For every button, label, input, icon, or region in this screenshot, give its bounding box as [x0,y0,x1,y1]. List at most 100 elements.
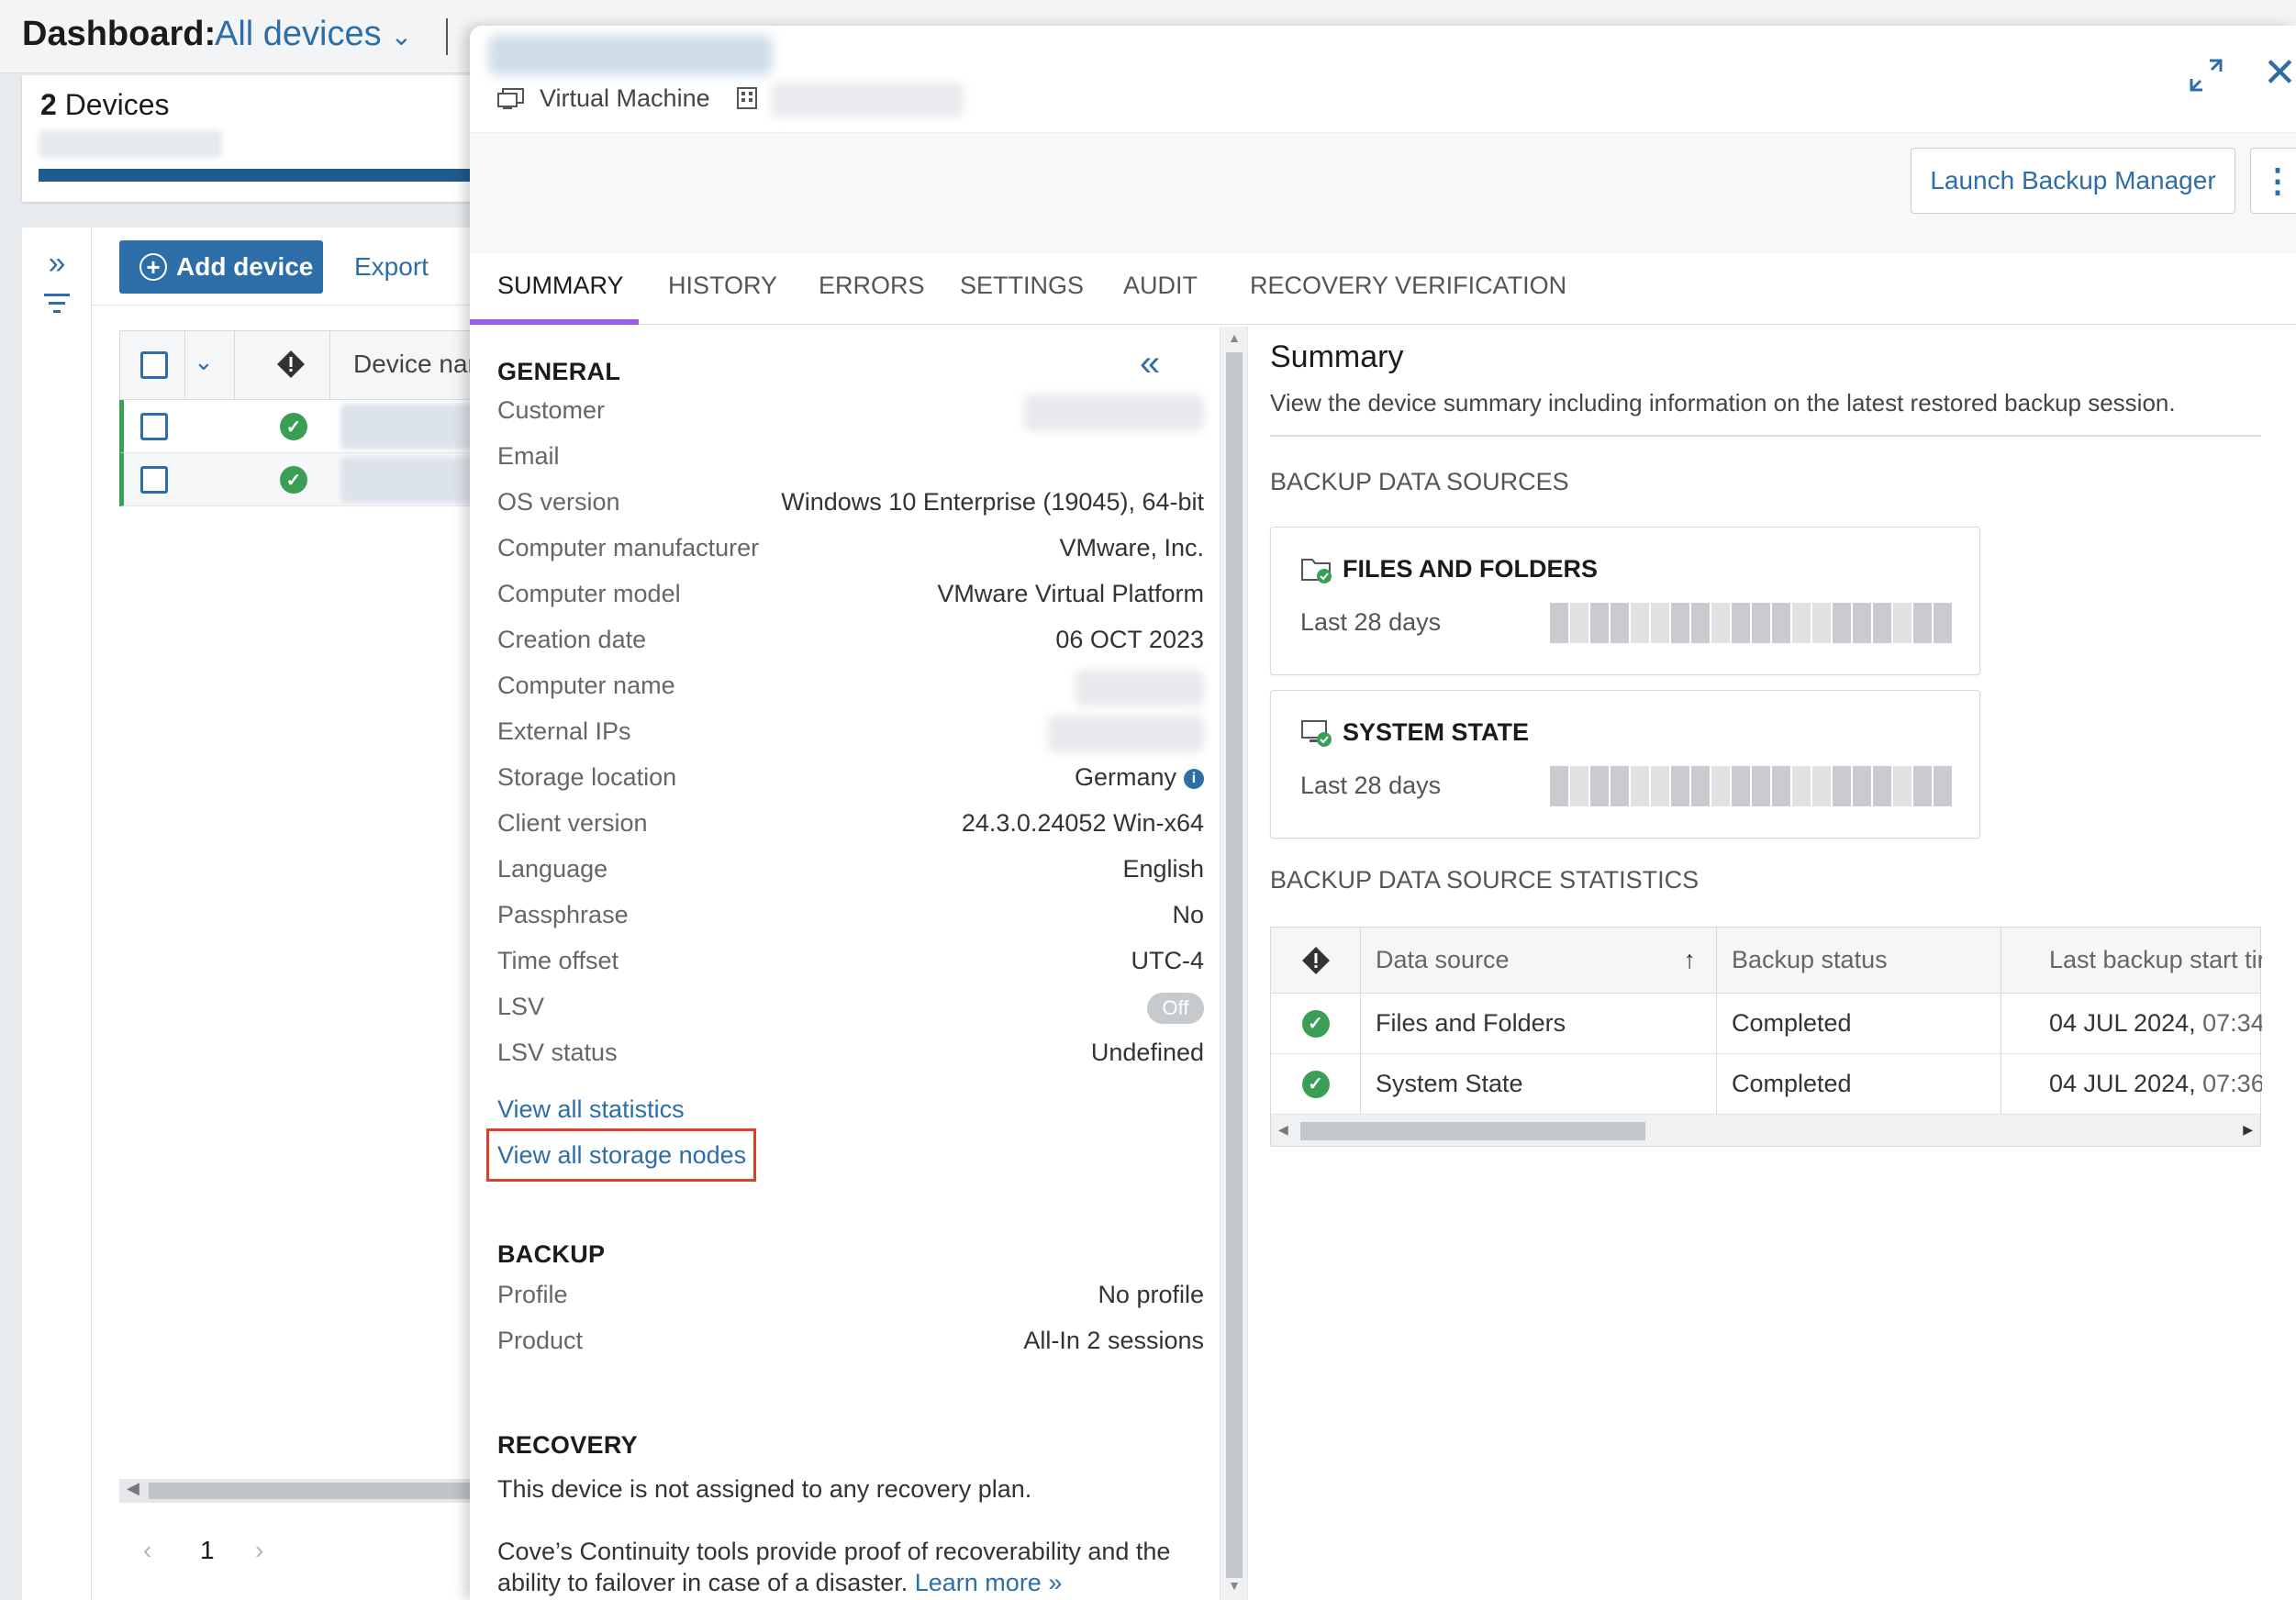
collapse-panel-icon[interactable]: « [1140,345,1160,382]
expand-icon[interactable] [2188,57,2224,94]
filter-icon[interactable] [22,288,92,328]
detail-value: VMware Virtual Platform [937,580,1204,607]
view-all-storage-nodes-link[interactable]: View all storage nodes [497,1141,746,1170]
view-all-statistics-link[interactable]: View all statistics [497,1095,685,1124]
device-filter-dropdown[interactable]: All devices ⌄ [215,15,412,54]
add-device-button[interactable]: + Add device [119,240,323,294]
selection-chevron-down-icon[interactable]: ⌄ [194,348,214,376]
status-column-header[interactable] [1271,928,1361,993]
devices-progress-bar [39,169,497,182]
statistics-table: Data source ↑ Backup status Last backup s… [1270,927,2262,1147]
tab-summary[interactable]: SUMMARY [497,272,624,300]
success-check-icon: ✓ [1301,1009,1330,1038]
launch-backup-manager-button[interactable]: Launch Backup Manager [1911,148,2235,214]
detail-label: External IPs [497,717,631,745]
section-title-backup: BACKUP [497,1240,606,1268]
scrollbar-thumb[interactable] [149,1483,477,1499]
tab-recovery-verification[interactable]: RECOVERY VERIFICATION [1250,272,1566,300]
summary-description: View the device summary including inform… [1270,389,2176,417]
detail-value: Germany i [1075,763,1204,792]
detail-row-creation-date: Creation date 06 OCT 2023 [497,620,1204,661]
detail-value: No [1172,901,1204,928]
export-link[interactable]: Export [354,252,429,282]
section-title-recovery: RECOVERY [497,1431,638,1459]
detail-value: All-In 2 sessions [1023,1327,1204,1354]
virtual-machine-icon [497,87,524,109]
sort-ascending-icon: ↑ [1683,946,1697,973]
scroll-right-icon[interactable]: ▶ [2243,1122,2253,1138]
monitor-check-icon [1301,720,1332,747]
success-check-icon: ✓ [280,413,307,440]
device-type: Virtual Machine [497,84,710,113]
detail-label: OS version [497,488,620,516]
row-checkbox[interactable] [140,466,168,494]
scrollbar-thumb[interactable] [1226,352,1243,1578]
table-row[interactable]: ✓ Files and Folders Completed 04 JUL 202… [1271,994,2262,1054]
detail-row-computer-name: Computer name [497,666,1204,706]
tab-errors[interactable]: ERRORS [819,272,925,300]
status-cell: ✓ [1271,1054,1361,1114]
row-checkbox[interactable] [140,413,168,440]
column-device-name[interactable]: Device nar [353,350,476,379]
info-icon[interactable]: i [1184,768,1204,789]
general-vertical-scrollbar[interactable]: ▲ ▼ [1220,327,1248,1600]
detail-value: VMware, Inc. [1059,534,1204,561]
chevron-down-icon: ⌄ [390,22,413,50]
detail-label: Computer manufacturer [497,534,760,561]
next-page-icon[interactable]: › [255,1536,263,1565]
detail-row-passphrase: Passphrase No [497,895,1204,936]
redacted-device-title [488,35,773,75]
detail-row-product: Product All-In 2 sessions [497,1321,1204,1361]
learn-more-link[interactable]: Learn more » [915,1569,1063,1596]
plus-circle-icon: + [139,253,167,281]
source-card-files-and-folders[interactable]: FILES AND FOLDERS Last 28 days [1270,527,1980,675]
folder-check-icon [1301,559,1332,583]
scroll-down-icon[interactable]: ▼ [1220,1578,1248,1593]
source-name: FILES AND FOLDERS [1343,555,1599,583]
close-icon[interactable]: ✕ [2263,53,2296,94]
header-divider [329,331,330,401]
dashboard-title: Dashboard: [22,15,217,53]
scroll-up-icon[interactable]: ▲ [1220,330,1248,345]
tab-history[interactable]: HISTORY [668,272,777,300]
add-device-label: Add device [176,252,314,281]
more-options-icon[interactable]: ⋮ [2250,148,2296,214]
redacted-device-name [340,404,478,450]
source-period: Last 28 days [1300,608,1442,636]
detail-row-time-offset: Time offset UTC-4 [497,941,1204,982]
detail-label: Storage location [497,763,677,791]
column-backup-status[interactable]: Backup status [1717,928,2001,993]
device-grid-area: + Add device Export ⌄ Device nar ✓ ✓ [92,228,478,1600]
column-data-source[interactable]: Data source ↑ [1361,928,1717,993]
device-filter-label: All devices [215,15,382,53]
page-number[interactable]: 1 [200,1536,215,1565]
detail-row-lsv-status: LSV status Undefined [497,1033,1204,1073]
scroll-left-icon[interactable]: ◀ [127,1479,139,1498]
tab-audit[interactable]: AUDIT [1123,272,1198,300]
status-cell: ✓ [1271,994,1361,1053]
redacted-history-bars [1550,766,1954,806]
table-row[interactable]: ✓ [119,453,478,506]
detail-label: Computer model [497,580,681,607]
select-all-checkbox[interactable] [140,351,168,379]
header-divider [184,331,185,401]
scroll-left-icon[interactable]: ◀ [1278,1122,1288,1138]
table-horizontal-scrollbar[interactable]: ◀ ▶ [1271,1115,2260,1146]
backup-data-sources-heading: BACKUP DATA SOURCES [1270,468,1569,495]
detail-value: No profile [1098,1281,1204,1308]
expand-sidebar-icon[interactable]: » [22,246,92,282]
tab-settings[interactable]: SETTINGS [960,272,1084,300]
detail-row-profile: Profile No profile [497,1275,1204,1316]
column-last-backup-start[interactable]: Last backup start tir [2001,928,2262,993]
table-row[interactable]: ✓ System State Completed 04 JUL 2024, 07… [1271,1054,2262,1115]
prev-page-icon[interactable]: ‹ [143,1536,151,1565]
source-card-system-state[interactable]: SYSTEM STATE Last 28 days [1270,690,1980,839]
detail-row-manufacturer: Computer manufacturer VMware, Inc. [497,528,1204,569]
detail-row-email: Email [497,437,1204,477]
table-row[interactable]: ✓ [119,400,478,453]
left-rail: » [22,228,92,1600]
detail-label: LSV status [497,1039,618,1066]
grid-horizontal-scrollbar[interactable]: ◀ [119,1479,477,1503]
scrollbar-thumb[interactable] [1300,1122,1645,1140]
detail-label: Computer name [497,672,675,699]
